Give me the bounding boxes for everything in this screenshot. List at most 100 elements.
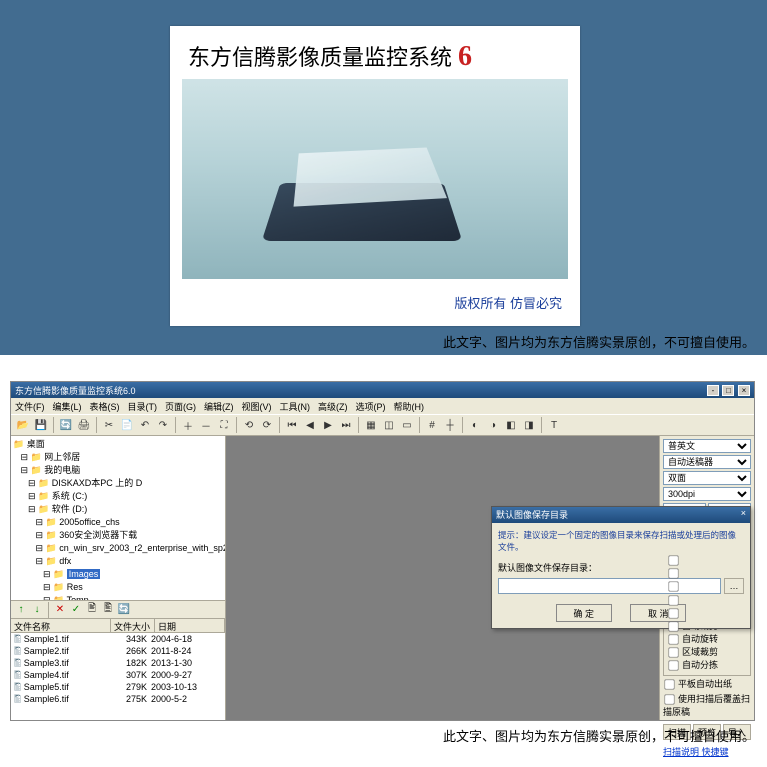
file-row[interactable]: Sample2.tif266K2011-8-24 — [11, 645, 225, 657]
menu-item[interactable]: 编集(L) — [53, 400, 82, 412]
text-icon[interactable]: T — [546, 417, 562, 433]
ok-button[interactable]: 确 定 — [556, 604, 612, 622]
window-titlebar: 东方信腾影像质量监控系统6.0 - □ × — [11, 382, 754, 398]
menu-item[interactable]: 工具(N) — [280, 400, 311, 412]
dpi-select[interactable]: 300dpi — [663, 487, 751, 501]
zoom-out-icon[interactable]: － — [198, 417, 214, 433]
file-move-icon[interactable]: 🖺 — [101, 603, 115, 617]
image-canvas[interactable]: 默认图像保存目录 × 提示：建议设定一个固定的图像目录来保存扫描或处理后的图像文… — [226, 436, 659, 720]
plus-icon[interactable]: ┼ — [442, 417, 458, 433]
tree-item[interactable]: 📁 桌面 — [13, 438, 223, 451]
preprocess-option[interactable]: 自动分拣 — [667, 659, 747, 672]
file-row[interactable]: Sample4.tif307K2000-9-27 — [11, 669, 225, 681]
help-links[interactable]: 扫描说明 快捷键 — [663, 745, 751, 758]
tree-item[interactable]: ⊟ 📁 网上邻居 — [13, 451, 223, 464]
hash-icon[interactable]: # — [424, 417, 440, 433]
tree-item[interactable]: ⊟ 📁 Res — [13, 581, 223, 594]
side-select[interactable]: 双面 — [663, 471, 751, 485]
menu-item[interactable]: 页面(G) — [165, 400, 196, 412]
tool-c-icon[interactable]: ◧ — [503, 417, 519, 433]
tree-item[interactable]: ⊟ 📁 DISKAXD本PC 上的 D — [13, 477, 223, 490]
splash-backdrop: 东方信腾影像质量监控系统6 版权所有 仿冒必究 此文字、图片均为东方信腾实景原创… — [0, 0, 767, 355]
file-copy-icon[interactable]: 🖹 — [85, 603, 99, 617]
file-check-icon[interactable]: ✓ — [69, 603, 83, 617]
tree-item[interactable]: ⊟ 📁 2005office_chs — [13, 516, 223, 529]
column-header[interactable]: 日期 — [155, 619, 225, 632]
menu-item[interactable]: 视图(V) — [242, 400, 272, 412]
refresh-icon[interactable]: 🔄 — [58, 417, 74, 433]
preprocess-option[interactable]: 自动旋转 — [667, 633, 747, 646]
rotate-left-icon[interactable]: ⟲ — [241, 417, 257, 433]
file-row[interactable]: Sample3.tif182K2013-1-30 — [11, 657, 225, 669]
select-icon[interactable]: ▭ — [399, 417, 415, 433]
folder-tree[interactable]: 📁 桌面 ⊟ 📁 网上邻居 ⊟ 📁 我的电脑 ⊟ 📁 DISKAXD本PC 上的… — [11, 436, 225, 601]
menu-item[interactable]: 目录(T) — [128, 400, 158, 412]
cut-icon[interactable]: ✂ — [101, 417, 117, 433]
menu-item[interactable]: 高级(Z) — [318, 400, 348, 412]
dialog-label: 默认图像文件保存目录： — [498, 561, 744, 574]
undo-icon[interactable]: ↶ — [137, 417, 153, 433]
tree-item[interactable]: ⊟ 📁 我的电脑 — [13, 464, 223, 477]
tool-a-icon[interactable]: ◐ — [467, 417, 483, 433]
maximize-button[interactable]: □ — [722, 385, 734, 396]
tree-item[interactable]: ⊟ 📁 cn_win_srv_2003_r2_enterprise_with_s… — [13, 542, 223, 555]
close-button[interactable]: × — [738, 385, 750, 396]
dialog-close-button[interactable]: × — [741, 508, 746, 522]
file-list-header: 文件名称文件大小日期 — [11, 619, 225, 633]
file-list[interactable]: Sample1.tif343K2004-6-18Sample2.tif266K2… — [11, 633, 225, 720]
print-icon[interactable]: 🖨 — [76, 417, 92, 433]
dialog-title: 默认图像保存目录 — [496, 508, 568, 522]
save-icon[interactable]: 💾 — [33, 417, 49, 433]
file-row[interactable]: Sample6.tif275K2000-5-2 — [11, 693, 225, 705]
next-page-icon[interactable]: ▶ — [320, 417, 336, 433]
save-dir-input[interactable] — [498, 578, 721, 594]
column-header[interactable]: 文件大小 — [111, 619, 155, 632]
file-delete-icon[interactable]: ✕ — [53, 603, 67, 617]
preprocess-option[interactable]: 区域裁剪 — [667, 646, 747, 659]
file-refresh-icon[interactable]: 🔄 — [117, 603, 131, 617]
toolbar: 📂 💾 🔄 🖨 ✂ 📄 ↶ ↷ ＋ － ⛶ ⟲ ⟳ ⏮ ◀ ▶ ⏭ ▦ ◫ ▭ — [11, 414, 754, 436]
zoom-in-icon[interactable]: ＋ — [180, 417, 196, 433]
menu-item[interactable]: 文件(F) — [15, 400, 45, 412]
tree-item[interactable]: ⊟ 📁 dfx — [13, 555, 223, 568]
splash-title: 东方信腾影像质量监控系统6 — [170, 26, 580, 79]
open-icon[interactable]: 📂 — [15, 417, 31, 433]
tool-d-icon[interactable]: ◨ — [521, 417, 537, 433]
tree-item[interactable]: ⊟ 📁 Temp — [13, 594, 223, 601]
sidebar: 📁 桌面 ⊟ 📁 网上邻居 ⊟ 📁 我的电脑 ⊟ 📁 DISKAXD本PC 上的… — [11, 436, 226, 720]
first-page-icon[interactable]: ⏮ — [284, 417, 300, 433]
copy-icon[interactable]: 📄 — [119, 417, 135, 433]
grid-icon[interactable]: ▦ — [363, 417, 379, 433]
last-page-icon[interactable]: ⏭ — [338, 417, 354, 433]
menu-item[interactable]: 编辑(Z) — [204, 400, 234, 412]
watermark-text: 此文字、图片均为东方信腾实景原创，不可擅自使用。 — [443, 332, 755, 351]
rotate-right-icon[interactable]: ⟳ — [259, 417, 275, 433]
prev-page-icon[interactable]: ◀ — [302, 417, 318, 433]
zoom-fit-icon[interactable]: ⛶ — [216, 417, 232, 433]
dir-down-icon[interactable]: ↓ — [30, 603, 44, 617]
menu-item[interactable]: 表格(S) — [90, 400, 120, 412]
minimize-button[interactable]: - — [707, 385, 719, 396]
browse-button[interactable]: … — [724, 578, 744, 594]
feeder-select[interactable]: 自动送稿器 — [663, 455, 751, 469]
file-row[interactable]: Sample1.tif343K2004-6-18 — [11, 633, 225, 645]
file-row[interactable]: Sample5.tif279K2003-10-13 — [11, 681, 225, 693]
tool-b-icon[interactable]: ◑ — [485, 417, 501, 433]
tree-item[interactable]: ⊟ 📁 Images — [13, 568, 223, 581]
redo-icon[interactable]: ↷ — [155, 417, 171, 433]
splash-footer: 版权所有 仿冒必究 — [170, 279, 580, 326]
dir-up-icon[interactable]: ↑ — [14, 603, 28, 617]
tree-item[interactable]: ⊟ 📁 系统 (C:) — [13, 490, 223, 503]
menu-item[interactable]: 帮助(H) — [394, 400, 425, 412]
replace-mode-checkbox[interactable]: 使用扫描后覆盖扫描原稿 — [663, 693, 751, 719]
window-controls: - □ × — [706, 385, 750, 396]
tree-item[interactable]: ⊟ 📁 360安全浏览器下载 — [13, 529, 223, 542]
menu-item[interactable]: 选项(P) — [356, 400, 386, 412]
lang-select[interactable]: 普英文 — [663, 439, 751, 453]
window-title: 东方信腾影像质量监控系统6.0 — [15, 384, 136, 397]
tree-item[interactable]: ⊟ 📁 软件 (D:) — [13, 503, 223, 516]
flat-auto-checkbox[interactable]: 平板自动出纸 — [663, 678, 751, 691]
column-header[interactable]: 文件名称 — [11, 619, 111, 632]
watermark-text: 此文字、图片均为东方信腾实景原创，不可擅自使用。 — [443, 726, 755, 745]
crop-icon[interactable]: ◫ — [381, 417, 397, 433]
